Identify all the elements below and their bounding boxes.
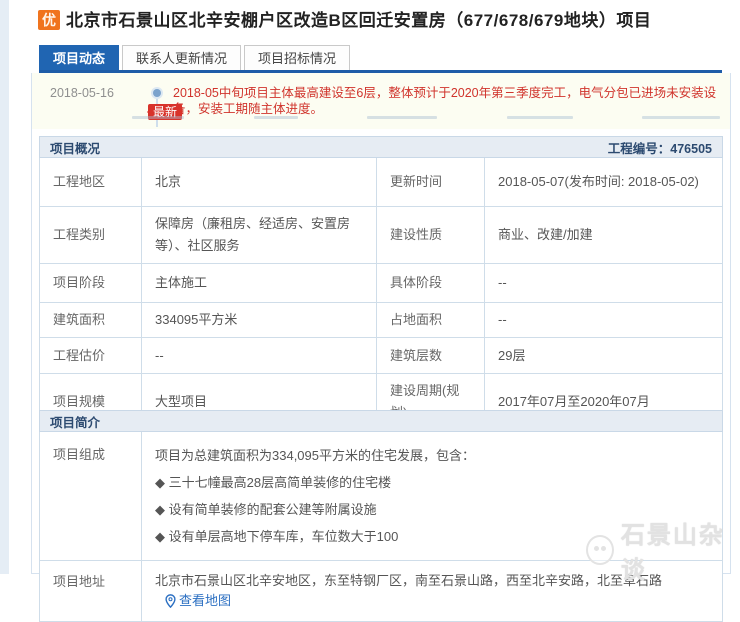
project-intro-section: 项目简介 项目组成 项目为总建筑面积为334,095平方米的住宅发展，包含： ◆… <box>39 410 723 622</box>
row-value: 2018-05-07(发布时间: 2018-05-02) <box>485 158 722 206</box>
row-label: 建筑层数 <box>377 338 485 373</box>
page-title: 北京市石景山区北辛安棚户区改造B区回迁安置房（677/678/679地块）项目 <box>66 9 651 33</box>
overview-section-header: 项目概况 工程编号：476505 <box>39 136 723 158</box>
row-label: 项目阶段 <box>40 264 142 302</box>
tab-content-panel: 2018-05-16 2018-05中旬项目主体最高建设至6层，整体预计于202… <box>31 73 731 574</box>
project-address: 北京市石景山区北辛安地区，东至特钢厂区，南至石景山路，西至北辛安路，北至阜石路 <box>155 571 662 591</box>
intro-table: 项目组成 项目为总建筑面积为334,095平方米的住宅发展，包含： ◆ 三十七幢… <box>39 432 723 622</box>
row-label: 建设性质 <box>377 207 485 263</box>
view-map-label: 查看地图 <box>179 591 231 611</box>
grade-badge: 优 <box>38 10 60 30</box>
intro-title: 项目简介 <box>50 412 100 431</box>
row-value: 保障房（廉租房、经适房、安置房等）、社区服务 <box>142 207 377 263</box>
faded-action-bar <box>132 116 720 122</box>
update-text: 2018-05中旬项目主体最高建设至6层，整体预计于2020年第三季度完工，电气… <box>173 85 729 117</box>
row-value: 北京 <box>142 158 377 206</box>
row-label: 项目地址 <box>40 561 142 621</box>
tab-project-updates[interactable]: 项目动态 <box>39 45 119 71</box>
view-map-link[interactable]: 查看地图 <box>165 591 231 611</box>
row-value: 主体施工 <box>142 264 377 302</box>
project-composition: 项目为总建筑面积为334,095平方米的住宅发展，包含： ◆ 三十七幢最高28层… <box>142 432 722 560</box>
row-value: 29层 <box>485 338 722 373</box>
row-label: 具体阶段 <box>377 264 485 302</box>
table-row: 建筑面积 334095平方米 占地面积 -- <box>40 302 722 337</box>
update-date: 2018-05-16 <box>50 86 114 100</box>
project-number-label: 工程编号： <box>608 142 671 156</box>
project-number-value: 476505 <box>670 142 712 156</box>
row-label: 工程估价 <box>40 338 142 373</box>
table-row: 工程估价 -- 建筑层数 29层 <box>40 337 722 373</box>
table-row: 项目阶段 主体施工 具体阶段 -- <box>40 263 722 302</box>
row-label: 占地面积 <box>377 303 485 337</box>
row-label: 工程地区 <box>40 158 142 206</box>
table-row: 项目地址 北京市石景山区北辛安地区，东至特钢厂区，南至石景山路，西至北辛安路，北… <box>40 560 722 621</box>
page-header: 优 北京市石景山区北辛安棚户区改造B区回迁安置房（677/678/679地块）项… <box>38 9 733 33</box>
intro-section-header: 项目简介 <box>39 410 723 432</box>
row-value: 334095平方米 <box>142 303 377 337</box>
latest-update-notice: 2018-05-16 2018-05中旬项目主体最高建设至6层，整体预计于202… <box>32 73 730 129</box>
row-label: 工程类别 <box>40 207 142 263</box>
tab-contact-updates[interactable]: 联系人更新情况 <box>122 45 241 71</box>
project-address-cell: 北京市石景山区北辛安地区，东至特钢厂区，南至石景山路，西至北辛安路，北至阜石路 … <box>142 561 722 621</box>
project-number: 工程编号：476505 <box>608 138 712 157</box>
row-value: -- <box>485 264 722 302</box>
table-row: 工程地区 北京 更新时间 2018-05-07(发布时间: 2018-05-02… <box>40 158 722 206</box>
timeline-dot-icon <box>153 89 161 97</box>
overview-title: 项目概况 <box>50 138 100 157</box>
row-label: 更新时间 <box>377 158 485 206</box>
row-value: 商业、改建/加建 <box>485 207 722 263</box>
project-overview-section: 项目概况 工程编号：476505 工程地区 北京 更新时间 2018-05-07… <box>39 136 723 431</box>
tab-project-bidding[interactable]: 项目招标情况 <box>244 45 350 71</box>
row-label: 项目组成 <box>40 432 142 560</box>
table-row: 项目组成 项目为总建筑面积为334,095平方米的住宅发展，包含： ◆ 三十七幢… <box>40 432 722 560</box>
overview-table: 工程地区 北京 更新时间 2018-05-07(发布时间: 2018-05-02… <box>39 158 723 431</box>
row-value: -- <box>485 303 722 337</box>
tab-bar: 项目动态 联系人更新情况 项目招标情况 <box>39 45 350 71</box>
row-value: -- <box>142 338 377 373</box>
row-label: 建筑面积 <box>40 303 142 337</box>
table-row: 工程类别 保障房（廉租房、经适房、安置房等）、社区服务 建设性质 商业、改建/加… <box>40 206 722 263</box>
location-pin-icon <box>165 594 176 608</box>
page-left-margin-strip <box>0 0 9 574</box>
